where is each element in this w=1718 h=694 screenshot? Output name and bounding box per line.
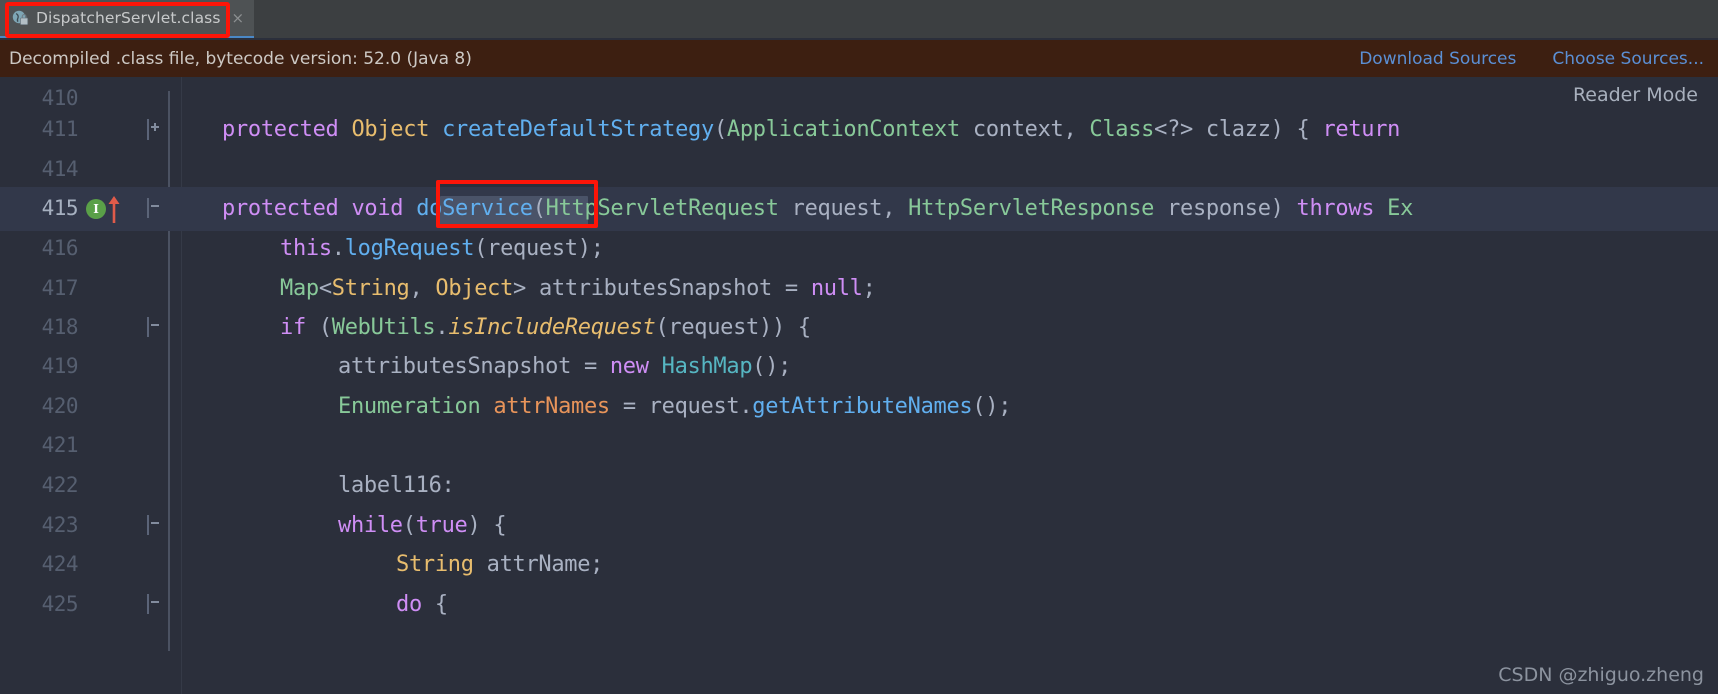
code-line-423[interactable]: 423 while(true) { [0, 504, 1718, 548]
code-text-424: String attrName; [396, 552, 604, 577]
java-class-file-icon [12, 10, 29, 27]
tab-bar-empty-area [254, 0, 1718, 38]
watermark: CSDN @zhiguo.zheng [1498, 664, 1704, 686]
line-number: 414 [41, 157, 79, 181]
fold-collapse-icon[interactable] [147, 515, 166, 535]
close-icon[interactable]: × [232, 10, 245, 26]
code-line-418[interactable]: 418 if (WebUtils.isIncludeRequest(reques… [0, 306, 1718, 350]
ide-editor-window: DispatcherServlet.class × Decompiled .cl… [0, 0, 1718, 694]
fold-expand-icon[interactable] [147, 119, 166, 140]
fold-collapse-icon[interactable] [147, 317, 166, 337]
tab-label: DispatcherServlet.class [36, 9, 221, 27]
run-method-icon[interactable]: I [86, 199, 106, 219]
code-text-411: protected Object createDefaultStrategy(A… [222, 117, 1401, 142]
line-number: 423 [41, 513, 79, 537]
override-arrow-icon[interactable] [106, 195, 122, 223]
code-text-416: this.logRequest(request); [280, 236, 604, 261]
fold-collapse-icon[interactable] [147, 594, 166, 614]
code-line-421[interactable]: 421 [0, 424, 1718, 468]
line-number: 420 [41, 394, 79, 418]
editor-tab-bar: DispatcherServlet.class × [0, 0, 1718, 38]
code-text-425: do { [396, 592, 448, 617]
code-editor[interactable]: 410 411 protected Object createDefaultSt… [0, 77, 1718, 694]
code-line-416[interactable]: 416 this.logRequest(request); [0, 227, 1718, 271]
code-line-422[interactable]: 422 label116: [0, 464, 1718, 508]
code-text-417: Map<String, Object> attributesSnapshot =… [280, 276, 876, 301]
code-line-417[interactable]: 417 Map<String, Object> attributesSnapsh… [0, 267, 1718, 311]
fold-collapse-icon[interactable] [147, 198, 166, 218]
code-text-423: while(true) { [338, 513, 507, 538]
code-line-414[interactable]: 414 [0, 148, 1718, 192]
line-number: 424 [41, 552, 79, 576]
line-number: 425 [41, 592, 79, 616]
code-text-415: protected void doService(HttpServletRequ… [222, 196, 1414, 221]
code-line-424[interactable]: 424 String attrName; [0, 543, 1718, 587]
line-number: 411 [41, 117, 79, 141]
notification-actions: Download Sources Choose Sources... [1359, 49, 1718, 69]
line-number: 421 [41, 433, 79, 457]
code-text-422: label116: [338, 473, 455, 498]
line-number: 417 [41, 276, 79, 300]
line-number: 416 [41, 236, 79, 260]
choose-sources-link[interactable]: Choose Sources... [1552, 49, 1704, 69]
code-line-415[interactable]: 415 I protected void doService(HttpServl… [0, 187, 1718, 231]
line-number: 422 [41, 473, 79, 497]
code-line-419[interactable]: 419 attributesSnapshot = new HashMap(); [0, 345, 1718, 389]
code-text-418: if (WebUtils.isIncludeRequest(request)) … [280, 315, 811, 340]
decompiled-notification-bar: Decompiled .class file, bytecode version… [0, 40, 1718, 77]
line-number: 415 [41, 196, 79, 220]
reader-mode-label[interactable]: Reader Mode [1573, 84, 1698, 106]
line-number: 419 [41, 354, 79, 378]
code-line-420[interactable]: 420 Enumeration attrNames = request.getA… [0, 385, 1718, 429]
decompiled-notification-message: Decompiled .class file, bytecode version… [9, 48, 472, 69]
line-number: 418 [41, 315, 79, 339]
tab-dispatcherservlet-class[interactable]: DispatcherServlet.class × [0, 0, 255, 38]
code-text-419: attributesSnapshot = new HashMap(); [338, 354, 792, 379]
code-text-420: Enumeration attrNames = request.getAttri… [338, 394, 1012, 419]
code-line-411[interactable]: 411 protected Object createDefaultStrate… [0, 108, 1718, 152]
code-line-425[interactable]: 425 do { [0, 583, 1718, 627]
download-sources-link[interactable]: Download Sources [1359, 49, 1516, 69]
